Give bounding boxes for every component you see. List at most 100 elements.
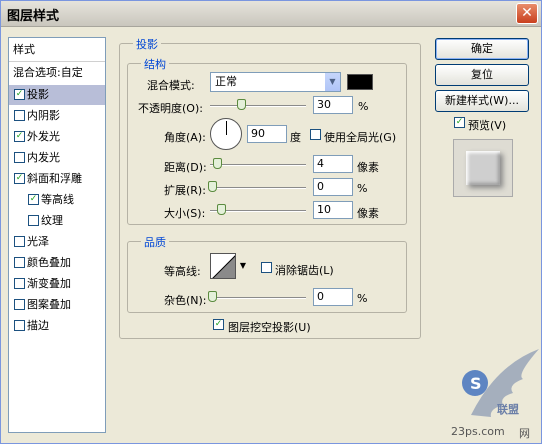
style-item-label: 纹理 — [41, 214, 63, 227]
layer-style-dialog: 图层样式 ✕ 样式 混合选项:自定 ✓ 投影 内阴影 ✓ 外发光 内发光 ✓ 斜面和浮雕 ✓ 等高… — [0, 0, 542, 444]
chevron-down-icon[interactable]: ▼ — [237, 253, 249, 279]
anti-alias-checkbox[interactable] — [261, 262, 272, 273]
knockout-label: 图层挖空投影(U) — [228, 321, 311, 334]
style-item-checkbox[interactable] — [14, 278, 25, 289]
style-item-checkbox[interactable] — [14, 257, 25, 268]
style-item-label: 描边 — [27, 319, 49, 332]
opacity-unit: % — [358, 100, 369, 113]
close-icon: ✕ — [521, 5, 533, 21]
style-item[interactable]: 颜色叠加 — [9, 253, 105, 273]
style-item[interactable]: 图案叠加 — [9, 295, 105, 315]
ok-button[interactable]: 确定 — [435, 38, 529, 60]
new-style-button[interactable]: 新建样式(W)... — [435, 90, 529, 112]
style-item[interactable]: ✓ 外发光 — [9, 127, 105, 147]
noise-input[interactable]: 0 — [313, 288, 353, 306]
window-title: 图层样式 — [7, 9, 60, 24]
noise-unit: % — [357, 292, 368, 305]
style-item-checkbox[interactable] — [28, 215, 39, 226]
size-slider-thumb[interactable] — [217, 204, 226, 215]
noise-label: 杂色(N): — [164, 294, 207, 307]
style-item-label: 等高线 — [41, 193, 74, 206]
style-item[interactable]: ✓ 等高线 — [9, 190, 105, 210]
size-unit: 像素 — [357, 207, 379, 220]
distance-unit: 像素 — [357, 161, 379, 174]
preview-checkbox[interactable]: ✓ — [454, 117, 465, 128]
style-item-label: 光泽 — [27, 235, 49, 248]
anti-alias-label: 消除锯齿(L) — [275, 264, 334, 277]
style-item-checkbox[interactable]: ✓ — [14, 173, 25, 184]
style-item-checkbox[interactable]: ✓ — [28, 194, 39, 205]
style-item[interactable]: 内阴影 — [9, 106, 105, 126]
chevron-down-icon: ▼ — [324, 73, 340, 91]
blend-mode-select[interactable]: 正常 ▼ — [210, 72, 341, 92]
spread-input[interactable]: 0 — [313, 178, 353, 196]
angle-label: 角度(A): — [164, 131, 206, 144]
noise-slider-thumb[interactable] — [208, 291, 217, 302]
style-item-label: 内发光 — [27, 151, 60, 164]
blend-options-item[interactable]: 混合选项:自定 — [9, 63, 105, 83]
style-item[interactable]: 光泽 — [9, 232, 105, 252]
style-item-checkbox[interactable] — [14, 320, 25, 331]
style-item-checkbox[interactable] — [14, 299, 25, 310]
contour-picker[interactable] — [210, 253, 236, 279]
global-light-label: 使用全局光(G) — [324, 131, 397, 144]
style-item-label: 投影 — [27, 88, 49, 101]
style-item-label: 内阴影 — [27, 109, 60, 122]
preview-label: 预览(V) — [468, 119, 507, 132]
contour-label: 等高线: — [164, 265, 201, 278]
quality-title: 品质 — [141, 234, 169, 250]
structure-title: 结构 — [141, 56, 169, 72]
angle-unit: 度 — [290, 131, 301, 144]
style-item[interactable]: 渐变叠加 — [9, 274, 105, 294]
size-input[interactable]: 10 — [313, 201, 353, 219]
size-label: 大小(S): — [164, 207, 206, 220]
distance-label: 距离(D): — [164, 161, 207, 174]
style-preview-thumbnail — [453, 139, 513, 197]
distance-slider-track[interactable] — [210, 164, 306, 166]
distance-input[interactable]: 4 — [313, 155, 353, 173]
spread-unit: % — [357, 182, 368, 195]
style-item-checkbox[interactable] — [14, 110, 25, 121]
blend-mode-label: 混合模式: — [147, 79, 195, 92]
style-item-checkbox[interactable]: ✓ — [14, 89, 25, 100]
style-item[interactable]: 内发光 — [9, 148, 105, 168]
style-item-checkbox[interactable] — [14, 236, 25, 247]
style-item[interactable]: 描边 — [9, 316, 105, 336]
drop-shadow-title: 投影 — [133, 36, 161, 52]
style-item-checkbox[interactable] — [14, 152, 25, 163]
style-item[interactable]: ✓ 投影 — [9, 85, 105, 105]
noise-slider-track[interactable] — [210, 297, 306, 299]
watermark-url: 23ps.com — [451, 425, 505, 438]
watermark-char: 网 — [519, 427, 530, 440]
opacity-slider-track[interactable] — [210, 105, 306, 107]
distance-slider-thumb[interactable] — [213, 158, 222, 169]
style-item[interactable]: ✓ 斜面和浮雕 — [9, 169, 105, 189]
contour-curve-icon — [212, 255, 235, 278]
angle-input[interactable]: 90 — [247, 125, 287, 143]
svg-text:S: S — [470, 374, 482, 393]
watermark-brand: 联盟 — [497, 403, 519, 416]
style-item-checkbox[interactable]: ✓ — [14, 131, 25, 142]
global-light-checkbox[interactable] — [310, 129, 321, 140]
style-list: 样式 混合选项:自定 ✓ 投影 内阴影 ✓ 外发光 内发光 ✓ 斜面和浮雕 ✓ 等高线 纹理 光泽 颜色… — [8, 37, 106, 433]
spread-label: 扩展(R): — [164, 184, 206, 197]
style-item-label: 斜面和浮雕 — [27, 172, 82, 185]
opacity-input[interactable]: 30 — [313, 96, 353, 114]
opacity-label: 不透明度(O): — [138, 102, 203, 115]
spread-slider-thumb[interactable] — [208, 181, 217, 192]
opacity-slider-thumb[interactable] — [237, 99, 246, 110]
style-item-label: 渐变叠加 — [27, 277, 71, 290]
close-button[interactable]: ✕ — [516, 3, 538, 24]
site-watermark: S 23ps.com 网 联盟 — [441, 345, 541, 443]
angle-dial[interactable] — [210, 118, 242, 150]
style-item[interactable]: 纹理 — [9, 211, 105, 231]
style-list-header[interactable]: 样式 — [9, 40, 105, 60]
title-bar: 图层样式 ✕ — [1, 1, 541, 27]
style-item-label: 图案叠加 — [27, 298, 71, 311]
knockout-checkbox[interactable]: ✓ — [213, 319, 224, 330]
style-item-label: 外发光 — [27, 130, 60, 143]
shadow-color-swatch[interactable] — [347, 74, 373, 90]
style-item-label: 颜色叠加 — [27, 256, 71, 269]
reset-button[interactable]: 复位 — [435, 64, 529, 86]
spread-slider-track[interactable] — [210, 187, 306, 189]
